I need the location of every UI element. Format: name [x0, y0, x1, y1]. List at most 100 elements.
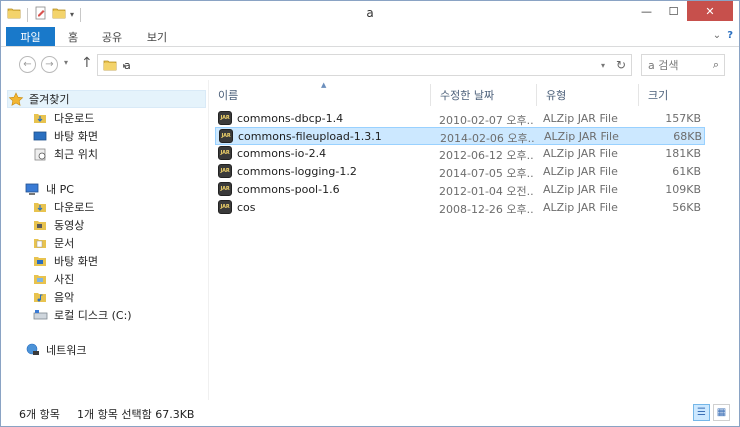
search-icon[interactable]: ⌕ [713, 58, 719, 72]
nav-pc-downloads[interactable]: 다운로드 [33, 198, 94, 216]
new-folder-icon[interactable] [52, 6, 66, 23]
nav-label: 사진 [54, 273, 75, 286]
nav-label: 음악 [54, 291, 75, 304]
file-row[interactable]: JAR commons-logging-1.2 2014-07-05 오후...… [215, 163, 705, 181]
details-view-button[interactable]: ☰ [693, 404, 710, 421]
address-bar[interactable]: ▸ a ▾ ↻ [97, 54, 632, 76]
recent-places-icon [33, 147, 49, 161]
nav-pc-desktop[interactable]: 바탕 화면 [33, 252, 98, 270]
file-row[interactable]: JAR cos 2008-12-26 오후... ALZip JAR File … [215, 199, 705, 217]
nav-label: 다운로드 [54, 201, 95, 214]
folder-icon [103, 58, 117, 75]
column-header-size[interactable]: 크기 [639, 84, 709, 106]
file-type: ALZip JAR File [543, 112, 618, 125]
forward-button[interactable]: → [41, 56, 58, 73]
hard-drive-icon [33, 308, 49, 322]
toolbar-separator [27, 7, 28, 22]
nav-label: 바탕 화면 [54, 130, 98, 143]
file-date: 2014-07-05 오후... [439, 167, 533, 180]
file-type: ALZip JAR File [543, 201, 618, 214]
nav-favorites-desktop[interactable]: 바탕 화면 [33, 127, 98, 145]
jar-file-icon: JAR [218, 146, 232, 160]
file-date: 2014-02-06 오후... [440, 132, 534, 145]
nav-this-pc[interactable]: 내 PC [25, 180, 74, 198]
file-row[interactable]: JAR commons-io-2.4 2012-06-12 오후... ALZi… [215, 145, 705, 163]
jar-file-icon: JAR [218, 164, 232, 178]
computer-icon [25, 182, 41, 196]
arrow-up-icon: ↑ [81, 55, 93, 71]
column-header-type[interactable]: 유형 [537, 84, 639, 106]
pictures-folder-icon [33, 272, 49, 286]
item-count: 6개 항목 [19, 408, 60, 421]
chevron-down-icon[interactable]: ⌄ [713, 30, 721, 41]
tab-file[interactable]: 파일 [6, 27, 55, 46]
file-size: 157KB [665, 112, 701, 125]
window-controls: — ☐ ✕ [633, 1, 733, 21]
folder-icon [7, 6, 21, 23]
ribbon-tabs: 파일 홈 공유 보기 ⌄ ? [1, 27, 739, 47]
jar-file-icon: JAR [218, 182, 232, 196]
large-icons-view-icon: ▦ [716, 407, 727, 418]
nav-label: 동영상 [54, 219, 85, 232]
tab-home[interactable]: 홈 [61, 27, 85, 46]
videos-folder-icon [33, 218, 49, 232]
file-size: 61KB [672, 165, 701, 178]
search-input[interactable]: a 검색 ⌕ [641, 54, 725, 76]
file-list: ▲ 이름 수정한 날짜 유형 크기 JAR commons-dbcp-1.4 2… [209, 80, 739, 400]
file-name: commons-fileupload-1.3.1 [238, 130, 382, 143]
nav-pc-documents[interactable]: 문서 [33, 234, 74, 252]
refresh-icon[interactable]: ↻ [616, 58, 626, 72]
file-row[interactable]: JAR commons-dbcp-1.4 2010-02-07 오후... AL… [215, 110, 705, 128]
nav-pc-pictures[interactable]: 사진 [33, 270, 74, 288]
nav-favorites-downloads[interactable]: 다운로드 [33, 109, 94, 127]
recent-locations-button[interactable]: ▾ [64, 58, 68, 67]
nav-pc-music[interactable]: 음악 [33, 288, 74, 306]
help-icon[interactable]: ? [727, 30, 733, 41]
navigation-bar: ← → ▾ ↑ ▸ a ▾ ↻ a 검색 ⌕ [1, 48, 739, 80]
music-folder-icon [33, 290, 49, 304]
nav-label: 바탕 화면 [54, 255, 98, 268]
file-type: ALZip JAR File [543, 183, 618, 196]
title-bar: ▾ a — ☐ ✕ [1, 1, 739, 27]
nav-favorites-recent[interactable]: 최근 위치 [33, 145, 98, 163]
close-button[interactable]: ✕ [687, 1, 733, 21]
minimize-button[interactable]: — [633, 1, 660, 21]
jar-file-icon: JAR [219, 129, 233, 143]
column-header-date[interactable]: 수정한 날짜 [431, 84, 537, 106]
breadcrumb-separator[interactable]: ▸ [123, 61, 127, 70]
nav-label: 네트워크 [46, 344, 87, 357]
file-date: 2012-01-04 오전... [439, 185, 533, 198]
desktop-icon [33, 129, 49, 143]
arrow-right-icon: → [45, 59, 54, 70]
nav-network[interactable]: 네트워크 [25, 341, 86, 359]
file-size: 109KB [665, 183, 701, 196]
back-button[interactable]: ← [19, 56, 36, 73]
address-dropdown-icon[interactable]: ▾ [601, 61, 605, 70]
large-icons-view-button[interactable]: ▦ [713, 404, 730, 421]
file-row[interactable]: JAR commons-pool-1.6 2012-01-04 오전... AL… [215, 181, 705, 199]
tab-view[interactable]: 보기 [141, 27, 173, 46]
star-icon [8, 92, 24, 106]
tab-share[interactable]: 공유 [96, 27, 128, 46]
explorer-window: ▾ a — ☐ ✕ 파일 홈 공유 보기 ⌄ ? ← → ▾ ↑ ▸ a ▾ ↻… [0, 0, 740, 427]
documents-folder-icon [33, 236, 49, 250]
file-row-selected[interactable]: JAR commons-fileupload-1.3.1 2014-02-06 … [215, 127, 705, 145]
jar-file-icon: JAR [218, 200, 232, 214]
window-title: a [366, 6, 374, 20]
customize-toolbar-icon[interactable]: ▾ [70, 10, 74, 19]
nav-pc-videos[interactable]: 동영상 [33, 216, 84, 234]
toolbar-separator [80, 7, 82, 22]
column-header-name[interactable]: 이름 [209, 84, 431, 106]
file-date: 2010-02-07 오후... [439, 114, 533, 127]
maximize-button[interactable]: ☐ [660, 1, 687, 21]
nav-label: 최근 위치 [54, 148, 98, 161]
up-button[interactable]: ↑ [81, 55, 93, 71]
jar-file-icon: JAR [218, 111, 232, 125]
nav-label: 로컬 디스크 (C:) [54, 309, 132, 322]
quick-access-toolbar: ▾ [7, 6, 83, 23]
properties-icon[interactable] [34, 6, 48, 23]
file-size: 181KB [665, 147, 701, 160]
nav-favorites[interactable]: 즐겨찾기 [7, 90, 206, 108]
nav-pc-local-disk[interactable]: 로컬 디스크 (C:) [33, 306, 132, 324]
nav-label: 다운로드 [54, 112, 95, 125]
